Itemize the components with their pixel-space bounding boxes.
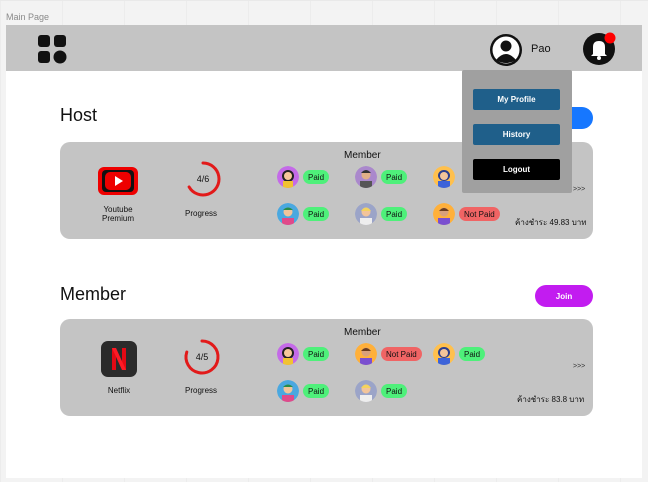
payment-status-badge: Not Paid bbox=[381, 347, 422, 361]
member-item[interactable]: Not Paid bbox=[355, 343, 422, 365]
progress-value: 4/5 bbox=[195, 352, 209, 362]
member-avatar bbox=[355, 343, 377, 365]
member-avatar bbox=[277, 380, 299, 402]
notification-bell-icon[interactable] bbox=[582, 32, 616, 66]
member-item[interactable]: Paid bbox=[277, 203, 330, 225]
service-name: Netflix bbox=[107, 386, 131, 395]
member-item[interactable]: Paid bbox=[355, 380, 408, 402]
service-name-line2: Premium bbox=[101, 214, 134, 223]
member-heading: Member bbox=[344, 150, 381, 161]
member-item[interactable] bbox=[433, 166, 455, 188]
payment-status-badge: Paid bbox=[303, 347, 330, 361]
more-link[interactable]: >>> bbox=[573, 186, 585, 193]
member-avatar bbox=[433, 203, 455, 225]
member-heading: Member bbox=[344, 327, 381, 338]
payment-status-badge: Paid bbox=[303, 170, 330, 184]
member-avatar bbox=[433, 343, 455, 365]
main-page-frame: Pao Host e Youtube Premium 4/6 Progress … bbox=[6, 25, 642, 478]
member-item[interactable]: Paid bbox=[277, 343, 330, 365]
progress-value: 4/6 bbox=[196, 174, 210, 184]
member-item[interactable]: Paid bbox=[277, 380, 330, 402]
member-avatar bbox=[355, 203, 377, 225]
outstanding-amount: ค้างชำระ 49.83 บาท bbox=[515, 218, 587, 227]
progress-ring: 4/6 bbox=[183, 159, 223, 199]
youtube-icon bbox=[98, 167, 138, 195]
member-item[interactable]: Not Paid bbox=[433, 203, 500, 225]
frame-label: Main Page bbox=[6, 12, 50, 22]
member-item[interactable]: Paid bbox=[355, 166, 408, 188]
member-item[interactable]: Paid bbox=[355, 203, 408, 225]
member-avatar bbox=[277, 343, 299, 365]
profile-avatar-icon[interactable] bbox=[489, 33, 523, 67]
progress-label: Progress bbox=[185, 209, 218, 218]
top-bar: Pao bbox=[6, 25, 642, 71]
profile-dropdown-menu: My Profile History Logout bbox=[462, 70, 572, 193]
payment-status-badge: Paid bbox=[381, 170, 408, 184]
apps-grid-icon[interactable] bbox=[37, 34, 67, 64]
member-section-title: Member bbox=[60, 284, 127, 304]
progress-label: Progress bbox=[185, 386, 218, 395]
progress-ring: 4/5 bbox=[182, 337, 222, 377]
payment-status-badge: Paid bbox=[381, 384, 408, 398]
username[interactable]: Pao bbox=[531, 43, 551, 55]
notification-dot bbox=[604, 32, 616, 44]
member-avatar bbox=[433, 166, 455, 188]
member-service-card[interactable]: Netflix 4/5 Progress Member Paid Not Pai… bbox=[60, 319, 593, 416]
member-item[interactable]: Paid bbox=[277, 166, 330, 188]
host-section-title: Host bbox=[60, 105, 98, 125]
history-button[interactable]: History bbox=[473, 124, 560, 145]
join-button[interactable]: Join bbox=[535, 285, 593, 307]
payment-status-badge: Paid bbox=[381, 207, 408, 221]
member-avatar bbox=[355, 166, 377, 188]
payment-status-badge: Paid bbox=[303, 384, 330, 398]
more-link[interactable]: >>> bbox=[573, 363, 585, 370]
netflix-icon bbox=[101, 341, 137, 377]
member-avatar bbox=[277, 166, 299, 188]
logout-button[interactable]: Logout bbox=[473, 159, 560, 180]
payment-status-badge: Paid bbox=[459, 347, 486, 361]
member-item[interactable]: Paid bbox=[433, 343, 486, 365]
payment-status-badge: Not Paid bbox=[459, 207, 500, 221]
outstanding-amount: ค้างชำระ 83.8 บาท bbox=[517, 395, 585, 404]
member-avatar bbox=[355, 380, 377, 402]
member-avatar bbox=[277, 203, 299, 225]
payment-status-badge: Paid bbox=[303, 207, 330, 221]
service-name-line1: Youtube bbox=[103, 205, 133, 214]
service-name: Youtube Premium bbox=[88, 205, 148, 223]
my-profile-button[interactable]: My Profile bbox=[473, 89, 560, 110]
